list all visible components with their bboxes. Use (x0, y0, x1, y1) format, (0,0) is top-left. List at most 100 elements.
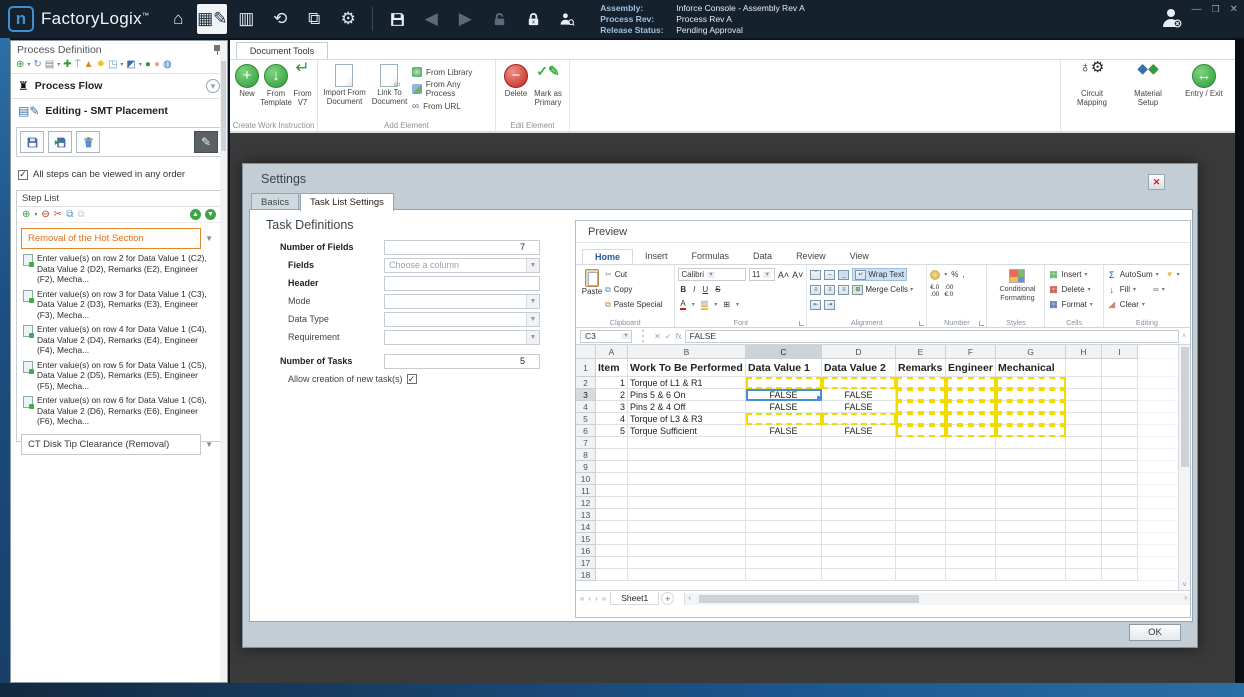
minimize-icon[interactable]: — (1192, 4, 1202, 15)
grid-cell-D12[interactable] (822, 497, 896, 509)
grid-cell-C15[interactable] (746, 533, 822, 545)
grid-cell-B5[interactable]: Torque of L3 & R3 (628, 413, 746, 425)
excel-tab-home[interactable]: Home (582, 249, 634, 264)
excel-tab-data[interactable]: Data (741, 249, 784, 264)
grid-cell-C11[interactable] (746, 485, 822, 497)
delete-cells-button[interactable]: ▦ Delete ▾ (1048, 282, 1099, 297)
column-header-B[interactable]: B (628, 345, 746, 359)
grid-cell-H18[interactable] (1066, 569, 1102, 581)
chevron-down-icon[interactable]: ▼ (205, 440, 213, 449)
grid-cell-A16[interactable] (596, 545, 628, 557)
grid-cell-D3[interactable]: FALSE (822, 389, 896, 401)
grid-cell-D8[interactable] (822, 449, 896, 461)
row-header-9[interactable]: 9 (576, 461, 596, 473)
pause-icon[interactable]: ◍ (163, 59, 172, 70)
conditional-formatting-button[interactable]: Conditional Formatting (991, 267, 1043, 302)
percent-style-icon[interactable]: % (951, 270, 958, 279)
move-up-icon[interactable]: ▲ (190, 209, 201, 220)
from-v7-button[interactable]: ↵ From V7 (293, 59, 312, 107)
grid-cell-E11[interactable] (896, 485, 946, 497)
sync-icon[interactable]: ⟲ (265, 4, 295, 34)
grid-cell-F2[interactable] (946, 377, 996, 389)
grid-cell-I10[interactable] (1102, 473, 1138, 485)
collapse-process-flow-icon[interactable]: ▼ (206, 79, 220, 93)
save-icon[interactable] (382, 4, 412, 34)
grid-cell-C18[interactable] (746, 569, 822, 581)
row-header-3[interactable]: 3 (576, 389, 596, 401)
material-setup-button[interactable]: ◆◆ Material Setup (1126, 61, 1170, 127)
grid-cell-I7[interactable] (1102, 437, 1138, 449)
grid-cell-H12[interactable] (1066, 497, 1102, 509)
from-url-button[interactable]: ∞ From URL (412, 101, 491, 112)
grid-cell-A1[interactable]: Item (596, 359, 628, 377)
grid-cell-H2[interactable] (1066, 377, 1102, 389)
lock-x-icon[interactable]: x (518, 4, 548, 34)
allow-new-tasks-checkbox[interactable]: ✓ (406, 374, 417, 384)
row-header-6[interactable]: 6 (576, 425, 596, 437)
mode-dropdown[interactable]: ▼ (384, 293, 540, 309)
insert-cells-button[interactable]: ▦ Insert ▾ (1048, 267, 1099, 282)
grid-cell-B7[interactable] (628, 437, 746, 449)
grid-cell-I18[interactable] (1102, 569, 1138, 581)
grid-cell-I4[interactable] (1102, 401, 1138, 413)
grid-cell-E10[interactable] (896, 473, 946, 485)
grid-cell-F7[interactable] (946, 437, 996, 449)
grid-cell-B9[interactable] (628, 461, 746, 473)
grid-cell-E3[interactable] (896, 389, 946, 401)
grid-cell-E4[interactable] (896, 401, 946, 413)
grid-cell-D2[interactable] (822, 377, 896, 389)
name-box[interactable]: C3 ▼ (580, 329, 632, 343)
grid-cell-F16[interactable] (946, 545, 996, 557)
grid-cell-A9[interactable] (596, 461, 628, 473)
step-group-row[interactable]: Removal of the Hot Section ▼ (21, 228, 217, 249)
user-logout-icon[interactable] (1160, 6, 1184, 35)
excel-tab-view[interactable]: View (838, 249, 881, 264)
grid-cell-C8[interactable] (746, 449, 822, 461)
grid-cell-I5[interactable] (1102, 413, 1138, 425)
column-header-C[interactable]: C (746, 345, 822, 359)
grid-cell-B10[interactable] (628, 473, 746, 485)
mark-as-primary-button[interactable]: ✓✎ Mark as Primary (533, 64, 563, 107)
paste-button[interactable]: Paste (579, 267, 605, 312)
grid-cell-D5[interactable] (822, 413, 896, 425)
grid-cell-G9[interactable] (996, 461, 1066, 473)
grid-cell-B12[interactable] (628, 497, 746, 509)
person-search-icon[interactable] (552, 4, 582, 34)
merge-cells-button[interactable]: ⊞ Merge Cells ▾ (852, 284, 913, 295)
decrease-indent-icon[interactable]: ⇤ (810, 299, 822, 310)
fields-dropdown[interactable]: Choose a column ▼ (384, 257, 540, 273)
formula-bar-collapse-icon[interactable]: ˄ (1182, 333, 1186, 340)
sheet-tab[interactable]: Sheet1 (610, 592, 660, 605)
grid-cell-F10[interactable] (946, 473, 996, 485)
sort-filter-icon[interactable]: ▼ (1166, 270, 1174, 279)
data-type-dropdown[interactable]: ▼ (384, 311, 540, 327)
grid-cell-G18[interactable] (996, 569, 1066, 581)
add-sheet-icon[interactable]: + (661, 592, 675, 605)
font-name-combo[interactable]: Calibri ▼ (678, 268, 746, 281)
grid-cell-G10[interactable] (996, 473, 1066, 485)
grid-cell-E15[interactable] (896, 533, 946, 545)
italic-icon[interactable]: I (693, 285, 695, 294)
tab-document-tools[interactable]: Document Tools (236, 42, 328, 59)
dropdown-arrow-icon[interactable]: ▼ (526, 258, 539, 272)
add-step-icon[interactable]: ⊕ (22, 209, 30, 220)
grid-cell-C16[interactable] (746, 545, 822, 557)
grid-cell-A14[interactable] (596, 521, 628, 533)
remove-step-icon[interactable]: ⊖ (41, 209, 49, 220)
grid-cell-G8[interactable] (996, 449, 1066, 461)
entry-exit-button[interactable]: ↔ Entry / Exit (1182, 64, 1226, 127)
row-header-8[interactable]: 8 (576, 449, 596, 461)
next-sheet-icon[interactable]: › (595, 594, 600, 603)
probe-icon[interactable]: ⍑ (75, 59, 81, 70)
grid-cell-H11[interactable] (1066, 485, 1102, 497)
row-header-7[interactable]: 7 (576, 437, 596, 449)
process-flow-label[interactable]: Process Flow (35, 80, 103, 92)
grow-font-icon[interactable]: A˄ (778, 270, 789, 280)
dialog-close-button[interactable]: ✕ (1148, 174, 1165, 190)
row-header-1[interactable]: 1 (576, 359, 596, 377)
grid-cell-B15[interactable] (628, 533, 746, 545)
grid-cell-B13[interactable] (628, 509, 746, 521)
grid-cell-F14[interactable] (946, 521, 996, 533)
grid-cell-B18[interactable] (628, 569, 746, 581)
font-size-combo[interactable]: 11 ▼ (748, 268, 775, 281)
